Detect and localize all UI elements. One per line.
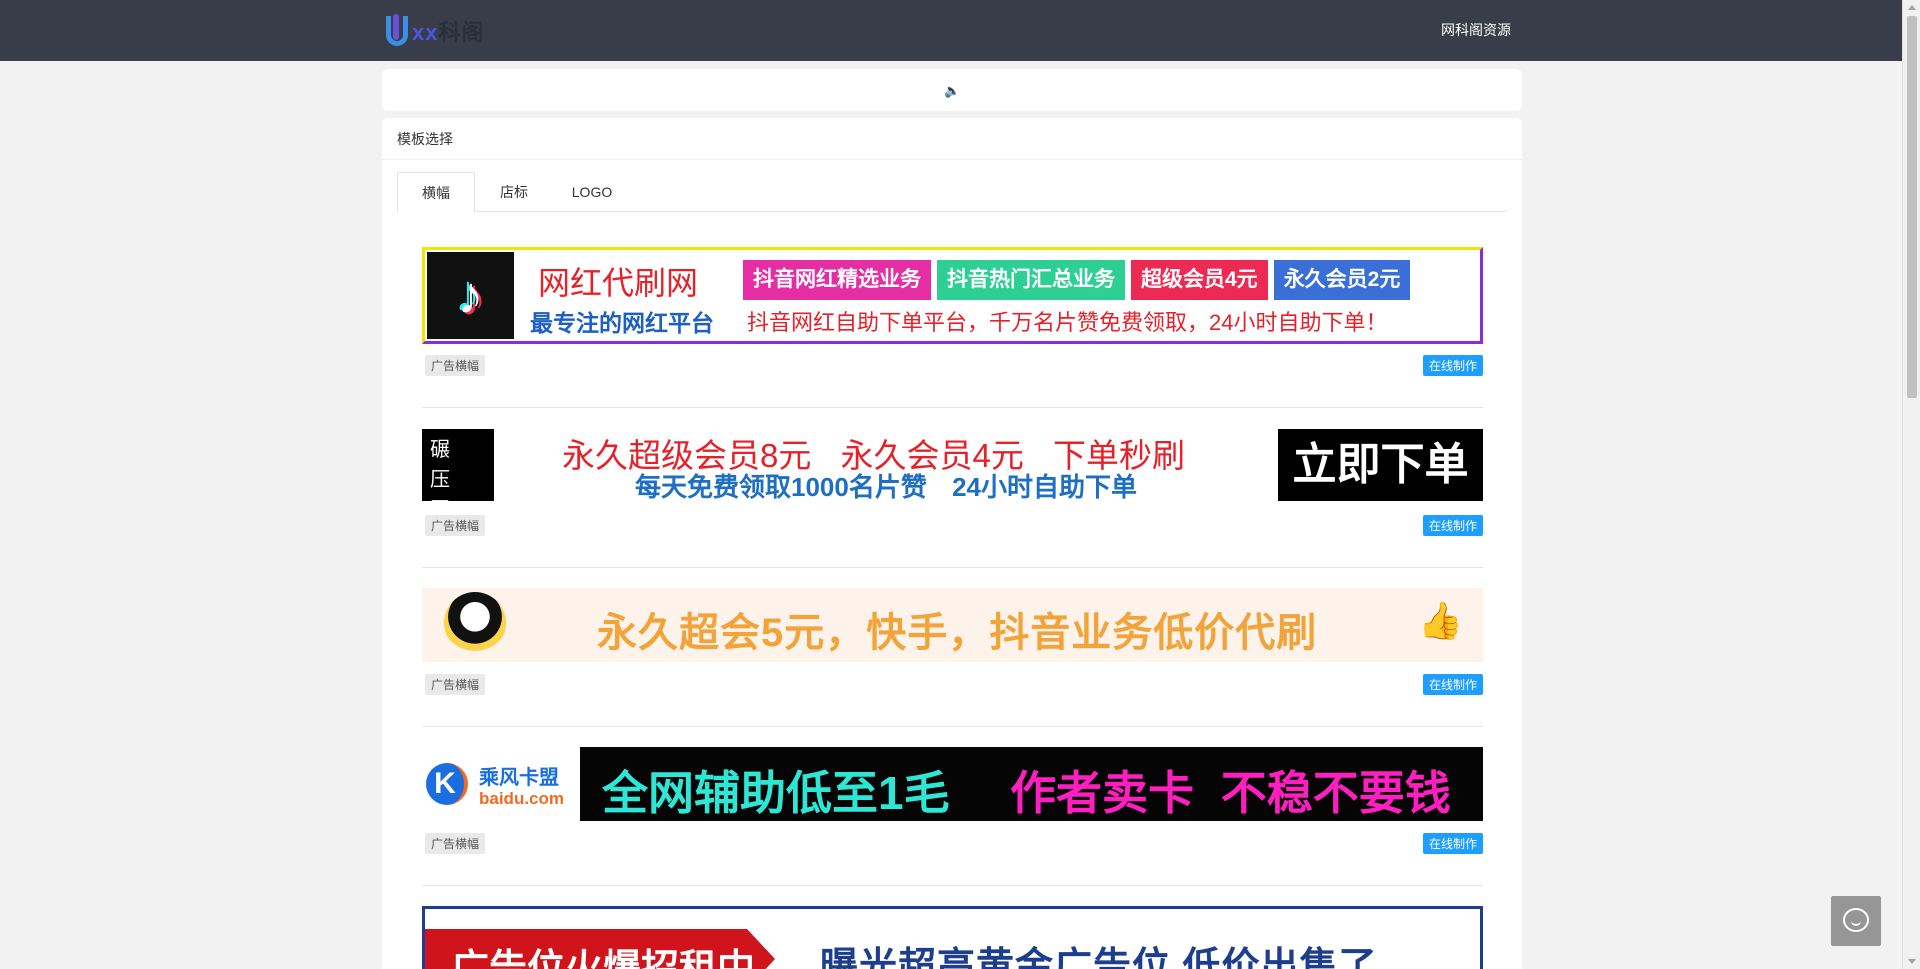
divider xyxy=(422,407,1483,408)
banner-text: 曝光超高黄金广告位 低价出售了 xyxy=(820,946,1378,969)
top-navbar: xx科阁 网科阁资源 xyxy=(0,0,1902,61)
banner-left-badge: 碾压同行 xyxy=(422,429,494,501)
banner-type-tag: 广告横幅 xyxy=(425,515,486,536)
tab-shop-logo[interactable]: 店标 xyxy=(475,172,553,213)
chat-float-button[interactable] xyxy=(1831,896,1881,946)
brand-k-icon: K xyxy=(426,763,468,805)
brand-name: 乘风卡盟 xyxy=(479,767,559,789)
scroll-up-arrow-icon[interactable] xyxy=(1908,5,1916,10)
chat-bubble-icon xyxy=(1843,908,1869,932)
site-logo[interactable]: xx科阁 xyxy=(384,12,500,49)
tab-logo[interactable]: LOGO xyxy=(553,172,631,213)
scroll-down-arrow-icon[interactable] xyxy=(1908,959,1916,964)
scrollbar-thumb[interactable] xyxy=(1907,16,1917,398)
banner-subtitle: 最专注的网红平台 xyxy=(530,310,714,336)
speaker-icon: 🔈 xyxy=(944,83,961,98)
banner-text-a: 全网辅助低至1毛 xyxy=(602,767,950,819)
brand-logo: K 乘风卡盟 baidu.com xyxy=(422,747,580,821)
banner-desc: 抖音网红自助下单平台，千万名片赞免费领取，24小时自助下单！ xyxy=(747,310,1388,335)
banner-pills: 抖音网红精选业务 抖音热门汇总业务 超级会员4元 永久会员2元 xyxy=(743,260,1411,300)
banner-pill: 永久会员2元 xyxy=(1273,260,1411,300)
banner-order-button: 立即下单 xyxy=(1278,429,1483,501)
make-online-button[interactable]: 在线制作 xyxy=(1422,515,1483,536)
logo-text: xx科阁 xyxy=(412,19,485,45)
page-scrollbar[interactable] xyxy=(1902,0,1920,969)
banner-pill: 抖音网红精选业务 xyxy=(743,260,931,300)
brand-domain: baidu.com xyxy=(479,789,565,808)
template-card: 模板选择 横幅 店标 LOGO ♪ 网红代刷网 最专注的网红平台 抖音网红精选业… xyxy=(382,118,1522,969)
banner-image[interactable]: K 乘风卡盟 baidu.com 全网辅助低至1毛 作者卖卡 不稳不要钱 xyxy=(422,747,1483,821)
banner-pill: 抖音热门汇总业务 xyxy=(937,260,1125,300)
banner-type-tag: 广告横幅 xyxy=(425,833,486,854)
template-tabs: 横幅 店标 LOGO xyxy=(397,172,1507,213)
card-title: 模板选择 xyxy=(382,118,1522,160)
banner-pill: 超级会员4元 xyxy=(1131,260,1268,300)
banner-dark-panel: 全网辅助低至1毛 作者卖卡 不稳不要钱 xyxy=(580,747,1483,821)
banner-red-text: 广告位火爆招租中 xyxy=(451,948,756,969)
tiktok-icon: ♪ xyxy=(427,252,514,339)
thumbs-up-icon: 👍 xyxy=(1418,600,1463,641)
make-online-button[interactable]: 在线制作 xyxy=(1422,833,1483,854)
divider xyxy=(422,885,1483,886)
banner-image[interactable]: 永久超会5元，快手，抖音业务低价代刷 👍 xyxy=(422,588,1483,662)
banner-title: 网红代刷网 xyxy=(538,265,699,301)
banner-line2: 每天免费领取1000名片赞 24小时自助下单 xyxy=(635,472,1137,501)
make-online-button[interactable]: 在线制作 xyxy=(1422,355,1483,376)
penguin-icon xyxy=(444,592,506,654)
banner-text: 永久超会5元，快手，抖音业务低价代刷 xyxy=(597,611,1318,655)
tab-banner[interactable]: 横幅 xyxy=(397,172,475,213)
banner-text-b: 作者卖卡 不稳不要钱 xyxy=(1010,767,1451,819)
divider xyxy=(422,567,1483,568)
banner-image[interactable]: ♪ 网红代刷网 最专注的网红平台 抖音网红精选业务 抖音热门汇总业务 超级会员4… xyxy=(422,247,1483,344)
notice-bar: 🔈 xyxy=(382,69,1522,111)
banner-image[interactable]: 碾压同行 永久超级会员8元 永久会员4元 下单秒刷 每天免费领取1000名片赞 … xyxy=(422,429,1483,501)
make-online-button[interactable]: 在线制作 xyxy=(1422,674,1483,695)
logo-mark-icon xyxy=(384,13,410,48)
divider xyxy=(422,726,1483,727)
banner-red-ribbon: 广告位火爆招租中 xyxy=(425,929,775,969)
banner-type-tag: 广告横幅 xyxy=(425,355,486,376)
banner-image[interactable]: 广告位火爆招租中 曝光超高黄金广告位 低价出售了 xyxy=(422,906,1483,969)
nav-link-resources[interactable]: 网科阁资源 xyxy=(1441,20,1511,40)
banner-type-tag: 广告横幅 xyxy=(425,674,486,695)
